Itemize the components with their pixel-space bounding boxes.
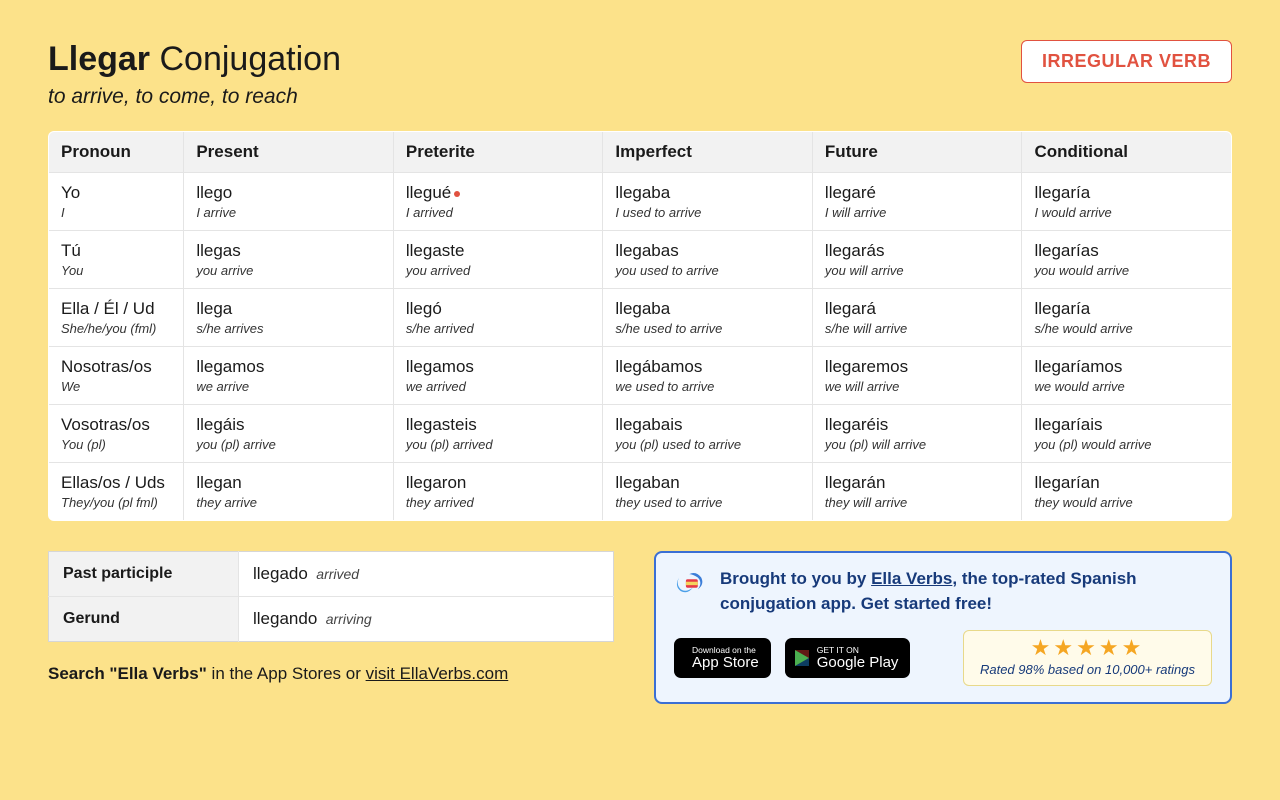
ella-verbs-link[interactable]: Ella Verbs	[871, 569, 952, 588]
column-header: Future	[812, 132, 1022, 173]
pronoun-cell: YoI	[49, 173, 184, 231]
pronoun-cell: TúYou	[49, 231, 184, 289]
conjugation-cell: llegaronthey arrived	[393, 463, 603, 521]
participle-table: Past participlellegado arrivedGerundlleg…	[48, 551, 614, 642]
app-store-badge[interactable]: Download on the App Store	[674, 638, 771, 678]
pronoun-cell: Vosotras/osYou (pl)	[49, 405, 184, 463]
star-icons: ★★★★★	[980, 637, 1195, 659]
rating-box: ★★★★★ Rated 98% based on 10,000+ ratings	[963, 630, 1212, 686]
conjugation-cell: llegaremoswe will arrive	[812, 347, 1022, 405]
participle-value: llegado arrived	[239, 552, 614, 597]
column-header: Preterite	[393, 132, 603, 173]
table-row: TúYoullegasyou arrivellegasteyou arrived…	[49, 231, 1232, 289]
conjugation-cell: llegaríaI would arrive	[1022, 173, 1232, 231]
conjugation-cell: llegaríasyou would arrive	[1022, 231, 1232, 289]
participle-value: llegando arriving	[239, 597, 614, 642]
conjugation-cell: llegamoswe arrive	[184, 347, 394, 405]
conjugation-cell: llegasteyou arrived	[393, 231, 603, 289]
conjugation-cell: llegarías/he would arrive	[1022, 289, 1232, 347]
conjugation-cell: lleganthey arrive	[184, 463, 394, 521]
conjugation-cell: llegasteisyou (pl) arrived	[393, 405, 603, 463]
visit-link[interactable]: visit EllaVerbs.com	[366, 664, 509, 683]
conjugation-cell: llegabas/he used to arrive	[603, 289, 813, 347]
conjugation-cell: llegaríamoswe would arrive	[1022, 347, 1232, 405]
conjugation-cell: llegabasyou used to arrive	[603, 231, 813, 289]
conjugation-cell: llegabaI used to arrive	[603, 173, 813, 231]
page-title: Llegar Conjugation	[48, 40, 341, 79]
pronoun-cell: Ella / Él / UdShe/he/you (fml)	[49, 289, 184, 347]
promo-box: Brought to you by Ella Verbs, the top-ra…	[654, 551, 1232, 704]
play-icon	[795, 650, 809, 666]
conjugation-cell: llegaríanthey would arrive	[1022, 463, 1232, 521]
column-header: Pronoun	[49, 132, 184, 173]
participle-row: Gerundllegando arriving	[49, 597, 614, 642]
conjugation-cell: llegaríaisyou (pl) would arrive	[1022, 405, 1232, 463]
conjugation-cell: llegáisyou (pl) arrive	[184, 405, 394, 463]
table-row: Ella / Él / UdShe/he/you (fml)llegas/he …	[49, 289, 1232, 347]
participle-label: Past participle	[49, 552, 239, 597]
app-logo-icon	[674, 569, 708, 603]
column-header: Conditional	[1022, 132, 1232, 173]
conjugation-cell: llegarásyou will arrive	[812, 231, 1022, 289]
promo-text: Brought to you by Ella Verbs, the top-ra…	[720, 567, 1212, 616]
conjugation-cell: llegamoswe arrived	[393, 347, 603, 405]
conjugation-cell: llegaréI will arrive	[812, 173, 1022, 231]
irregular-verb-badge: IRREGULAR VERB	[1021, 40, 1232, 83]
google-play-badge[interactable]: GET IT ON Google Play	[785, 638, 911, 678]
conjugation-cell: llegábamoswe used to arrive	[603, 347, 813, 405]
conjugation-table: PronounPresentPreteriteImperfectFutureCo…	[48, 131, 1232, 521]
table-row: YoIllegoI arrivelleguéI arrivedllegabaI …	[49, 173, 1232, 231]
conjugation-cell: llegaránthey will arrive	[812, 463, 1022, 521]
conjugation-cell: llegaréisyou (pl) will arrive	[812, 405, 1022, 463]
conjugation-cell: llegós/he arrived	[393, 289, 603, 347]
conjugation-cell: llegabanthey used to arrive	[603, 463, 813, 521]
participle-row: Past participlellegado arrived	[49, 552, 614, 597]
table-row: Nosotras/osWellegamoswe arrivellegamoswe…	[49, 347, 1232, 405]
search-instruction: Search "Ella Verbs" in the App Stores or…	[48, 664, 614, 684]
participle-label: Gerund	[49, 597, 239, 642]
irregular-dot-icon	[454, 191, 460, 197]
column-header: Present	[184, 132, 394, 173]
conjugation-cell: llegarás/he will arrive	[812, 289, 1022, 347]
conjugation-cell: llegasyou arrive	[184, 231, 394, 289]
table-row: Ellas/os / UdsThey/you (pl fml)lleganthe…	[49, 463, 1232, 521]
conjugation-cell: llegabaisyou (pl) used to arrive	[603, 405, 813, 463]
conjugation-cell: lleguéI arrived	[393, 173, 603, 231]
conjugation-cell: llegoI arrive	[184, 173, 394, 231]
pronoun-cell: Ellas/os / UdsThey/you (pl fml)	[49, 463, 184, 521]
conjugation-cell: llegas/he arrives	[184, 289, 394, 347]
pronoun-cell: Nosotras/osWe	[49, 347, 184, 405]
table-row: Vosotras/osYou (pl)llegáisyou (pl) arriv…	[49, 405, 1232, 463]
verb-meaning: to arrive, to come, to reach	[48, 85, 341, 109]
column-header: Imperfect	[603, 132, 813, 173]
